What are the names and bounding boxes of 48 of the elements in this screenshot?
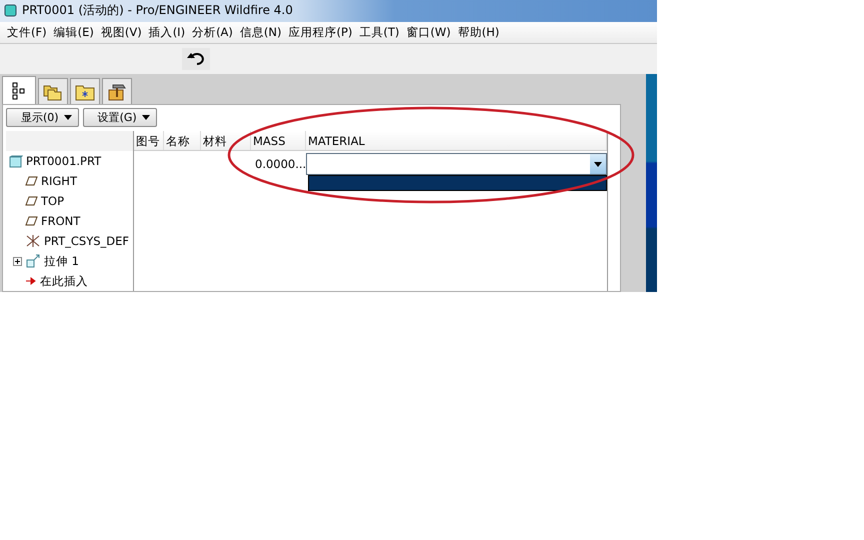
menu-item[interactable]: 应用程序(P) (285, 25, 356, 40)
material-dropdown[interactable] (306, 153, 607, 175)
tree-item[interactable]: PRT0001.PRT (26, 154, 102, 168)
menu-item[interactable]: 视图(V) (98, 25, 146, 40)
navigator-tab[interactable] (102, 78, 132, 104)
tree-item[interactable]: 拉伸 1 (44, 254, 79, 268)
menu-item[interactable]: 信息(N) (236, 25, 286, 40)
axes-icon (25, 234, 41, 248)
caret-icon (142, 115, 150, 120)
undo-icon (187, 53, 205, 66)
app-icon (4, 4, 17, 18)
parallelogram-icon (25, 216, 38, 226)
tree-item[interactable]: PRT_CSYS_DEF (44, 234, 130, 248)
hammer-folder-icon (107, 82, 127, 100)
menu-item[interactable]: 帮助(H) (454, 25, 504, 40)
column-header[interactable]: 名称 (164, 131, 201, 150)
table-cell-text: 0.0000... (254, 157, 306, 171)
cube-icon (9, 154, 23, 168)
caret-icon (64, 115, 72, 120)
menu-item[interactable]: 分析(A) (189, 25, 237, 40)
menu-item[interactable]: 编辑(E) (50, 25, 98, 40)
parallelogram-icon (25, 176, 38, 186)
dropdown-button[interactable]: 显示(0) (6, 108, 79, 127)
column-header[interactable]: MATERIAL (306, 131, 607, 150)
parallelogram-icon (25, 196, 38, 206)
tree-item[interactable]: 在此插入 (40, 274, 88, 288)
menu-item[interactable]: 工具(T) (356, 25, 404, 40)
tree-item[interactable]: RIGHT (41, 174, 77, 188)
extrude-icon (25, 254, 41, 268)
insert-arrow-icon (25, 276, 37, 286)
undo-button[interactable] (182, 48, 210, 70)
column-header[interactable]: MASS (251, 131, 306, 150)
star-folder-icon (75, 82, 95, 100)
tree-item[interactable]: FRONT (41, 214, 80, 228)
caret-icon (594, 162, 602, 166)
tree-item[interactable]: TOP (41, 194, 64, 208)
column-header[interactable]: 材料 (201, 131, 251, 150)
window-title: PRT0001 (活动的) - Pro/ENGINEER Wildfire 4.0 (22, 2, 293, 20)
menu-item[interactable]: 插入(I) (146, 25, 190, 40)
column-header[interactable]: 图号 (134, 131, 164, 150)
navigator-tab[interactable] (2, 76, 36, 104)
dropdown-arrow-button[interactable] (590, 154, 606, 174)
menu-item[interactable]: 窗口(W) (403, 25, 455, 40)
tree-structure-icon (12, 82, 26, 100)
folders-icon (43, 82, 63, 100)
menu-item[interactable]: 文件(F) (4, 25, 51, 40)
dropdown-button[interactable]: 设置(G) (82, 108, 157, 127)
expand-icon[interactable] (13, 256, 22, 266)
